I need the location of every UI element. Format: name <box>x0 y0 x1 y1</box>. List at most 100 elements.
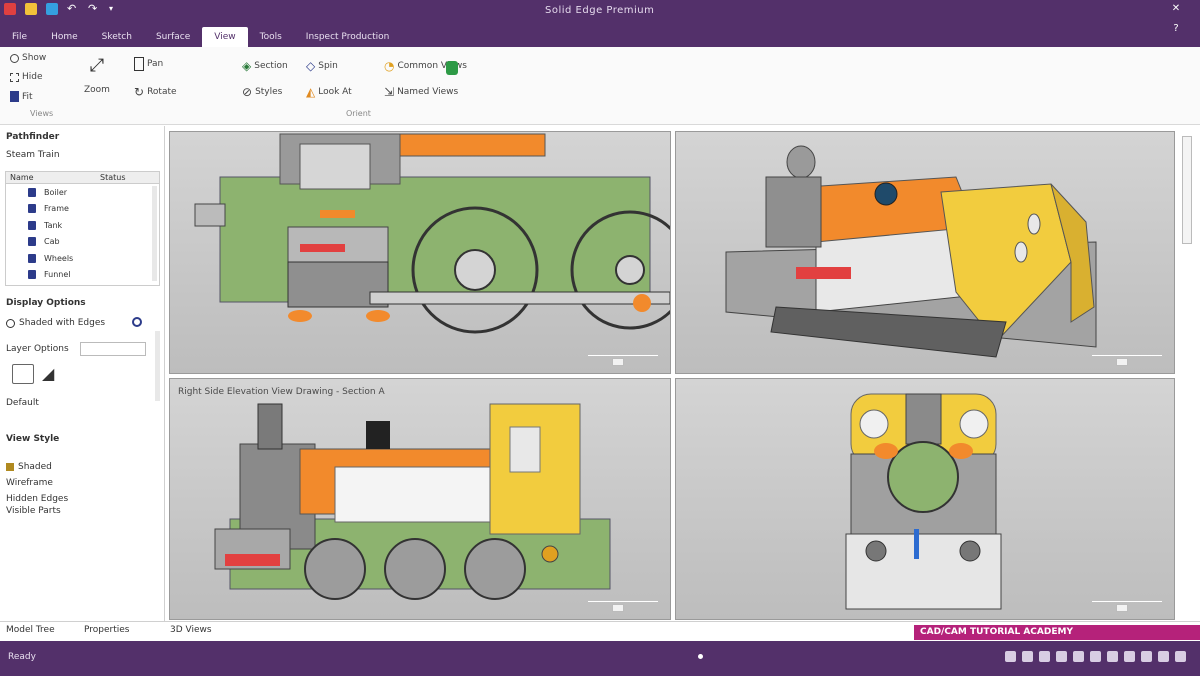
measure-icon[interactable] <box>1141 651 1152 662</box>
side-wheel-1 <box>304 538 366 600</box>
table-row[interactable]: Boiler <box>6 184 159 201</box>
menu-home[interactable]: Home <box>39 27 90 47</box>
iso-smokebox <box>765 176 822 248</box>
sketch-tool-icon[interactable] <box>12 364 34 384</box>
tab-properties[interactable]: Properties <box>84 625 129 635</box>
undo-icon[interactable]: ↶ <box>67 3 79 15</box>
frame-body <box>219 176 651 303</box>
pathfinder-panel: Pathfinder Steam Train Name Status Boile… <box>0 126 165 641</box>
view-cube-icon <box>1116 358 1128 366</box>
viewport-isometric[interactable] <box>675 131 1175 374</box>
ribbon-look-at-button[interactable]: ◭ Look At <box>306 85 352 99</box>
iso-dome <box>874 182 898 206</box>
parts-table: Name Status Boiler Frame Tank Cab Wheels… <box>5 171 160 286</box>
shade-icon[interactable] <box>1107 651 1118 662</box>
viewport-front[interactable] <box>169 131 671 374</box>
table-row[interactable]: Wheels <box>6 250 159 267</box>
fit-icon[interactable] <box>1039 651 1050 662</box>
right-toolbar[interactable] <box>1182 136 1192 244</box>
iso-view-drawing <box>725 145 1097 358</box>
close-icon[interactable]: ✕ <box>1170 3 1182 15</box>
table-row[interactable]: Tank <box>6 217 159 234</box>
ribbon-styles-button[interactable]: ⊘ Styles <box>242 85 282 99</box>
connecting-rod <box>369 291 670 305</box>
hide-icon <box>10 72 19 82</box>
shaded-option[interactable]: Shaded with Edges <box>6 318 105 328</box>
ribbon-rotate-button[interactable]: ↻ Rotate <box>134 85 177 99</box>
menu-surface[interactable]: Surface <box>144 27 202 47</box>
section-icon[interactable] <box>1124 651 1135 662</box>
panel-scrollbar[interactable] <box>155 331 160 401</box>
tab-3d-views[interactable]: 3D Views <box>170 625 212 635</box>
style-item-hidden[interactable]: Hidden Edges <box>6 494 68 504</box>
pan-icon <box>134 57 144 71</box>
view-control[interactable] <box>588 601 658 612</box>
window-title: Solid Edge Premium <box>545 5 655 16</box>
ribbon-named-views-button[interactable]: ⇲ Named Views <box>384 85 458 99</box>
rotate-icon[interactable] <box>1073 651 1084 662</box>
menu-file[interactable]: File <box>0 27 39 47</box>
ribbon-hide-button[interactable]: Hide <box>10 72 43 82</box>
fe-coupling <box>914 529 919 559</box>
buffer <box>194 203 226 227</box>
side-funnel <box>257 403 283 450</box>
rear-wheel-hub <box>615 255 645 285</box>
save-icon[interactable] <box>46 3 58 15</box>
iso-cab-window-1 <box>1027 213 1041 235</box>
menu-tools[interactable]: Tools <box>248 27 294 47</box>
app-logo-icon[interactable] <box>4 3 16 15</box>
table-row[interactable]: Frame <box>6 201 159 218</box>
column-status[interactable]: Status <box>96 172 130 183</box>
open-folder-icon[interactable] <box>25 3 37 15</box>
part-icon <box>28 253 36 263</box>
named-views-icon: ⇲ <box>384 85 395 99</box>
table-row[interactable]: Funnel <box>6 267 159 284</box>
ribbon-inspect-button[interactable] <box>446 61 458 75</box>
ribbon-group-orient-label: Orient <box>346 109 371 118</box>
viewport-right[interactable]: Right Side Elevation View Drawing - Sect… <box>169 378 671 620</box>
tab-model-tree[interactable]: Model Tree <box>6 625 55 635</box>
view-orient-icon[interactable] <box>1090 651 1101 662</box>
viewport-front-end[interactable] <box>675 378 1175 620</box>
redo-icon[interactable]: ↷ <box>88 3 100 15</box>
ribbon-zoom-button[interactable]: ⤢ Zoom <box>84 57 110 96</box>
table-row[interactable]: Cab <box>6 234 159 251</box>
ribbon-pan-button[interactable]: Pan <box>134 57 163 71</box>
menu-view[interactable]: View <box>202 27 248 47</box>
red-detail <box>300 244 345 252</box>
fe-orange-right <box>949 443 973 459</box>
foot-right <box>366 310 390 322</box>
shade-toggle-icon[interactable] <box>132 317 142 327</box>
visible-parts-label: Visible Parts <box>6 506 61 516</box>
orange-detail <box>320 210 355 218</box>
style-item-wireframe[interactable]: Wireframe <box>6 478 53 488</box>
sketch-icon[interactable] <box>1158 651 1169 662</box>
ribbon-section-button[interactable]: ◈ Section <box>242 59 288 73</box>
ribbon-group-views-label: Views <box>30 109 54 118</box>
zoom-area-icon[interactable] <box>1005 651 1016 662</box>
ribbon-spin-button[interactable]: ◇ Spin <box>306 59 338 73</box>
view-control[interactable] <box>1092 601 1162 612</box>
side-wheel-3 <box>464 538 526 600</box>
view-control[interactable] <box>1092 355 1162 366</box>
qat-dropdown-icon[interactable]: ▾ <box>109 3 121 15</box>
layer-select[interactable] <box>80 342 146 356</box>
fe-smokebox-door <box>887 441 959 513</box>
window-panel <box>299 143 371 190</box>
menu-inspect[interactable]: Inspect Production <box>294 27 402 47</box>
iso-funnel <box>786 145 816 179</box>
watermark-banner: CAD/CAM TUTORIAL ACADEMY <box>914 625 1200 640</box>
menu-sketch[interactable]: Sketch <box>90 27 144 47</box>
pan-icon[interactable] <box>1056 651 1067 662</box>
style-item-shaded[interactable]: Shaded <box>6 462 52 472</box>
help-icon[interactable]: ? <box>1170 23 1182 35</box>
view-control[interactable] <box>588 355 658 366</box>
table-scrollbar[interactable] <box>152 186 157 281</box>
column-name[interactable]: Name <box>6 172 96 183</box>
ribbon-show-button[interactable]: Show <box>10 53 46 63</box>
layer-item[interactable]: Default <box>6 398 39 408</box>
ribbon-fit-button[interactable]: Fit <box>10 91 33 102</box>
fill-tool-icon[interactable]: ◢ <box>42 366 54 382</box>
zoom-icon[interactable] <box>1022 651 1033 662</box>
pen-icon[interactable] <box>1175 651 1186 662</box>
